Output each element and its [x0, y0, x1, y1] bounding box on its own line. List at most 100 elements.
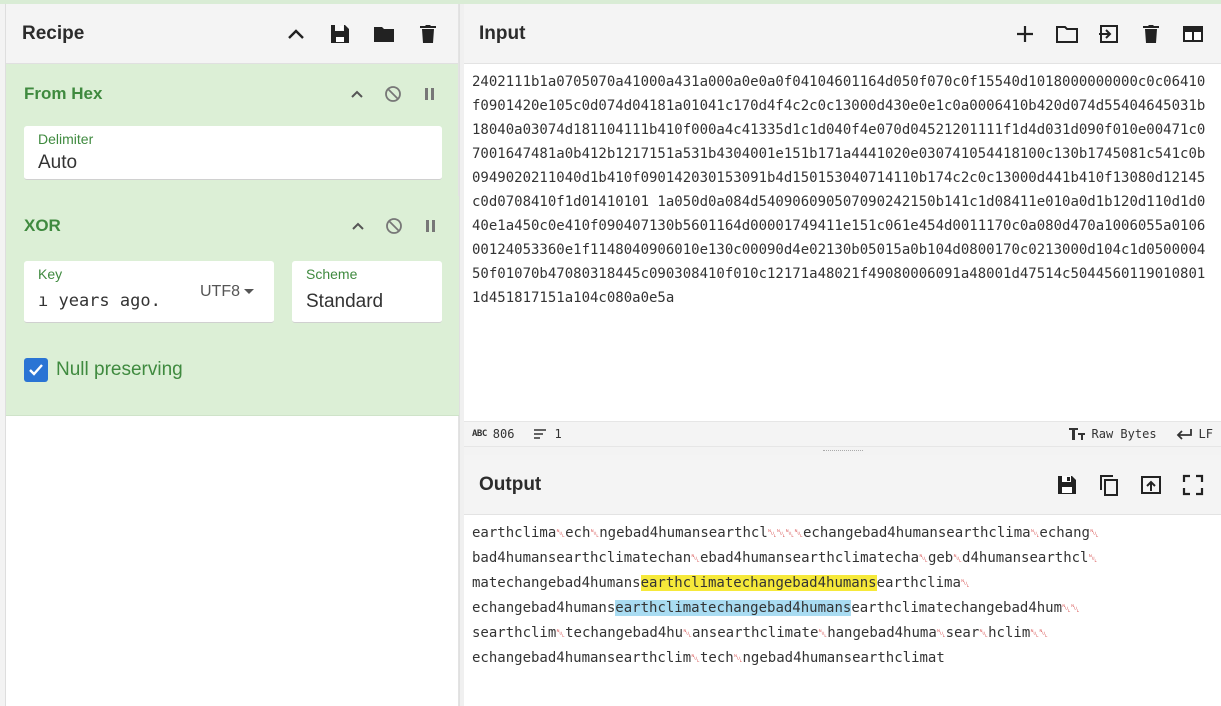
output-line: bad4humansearthclimatechan␀ebad4humansea…: [472, 546, 1213, 571]
trash-icon[interactable]: [1139, 22, 1163, 46]
recipe-panel: Recipe From Hex Delimiter Auto XOR Key ı…: [6, 4, 459, 706]
output-text-segment: sear: [945, 625, 980, 641]
output-text-segment: ngebad4humansearthcl: [599, 525, 768, 541]
save-icon[interactable]: [1055, 473, 1079, 497]
recipe-header: Recipe: [6, 4, 458, 64]
output-text-segment: tech: [699, 650, 734, 666]
key-encoding-dropdown[interactable]: UTF8: [200, 283, 254, 301]
control-char: ␀␀: [1062, 602, 1080, 615]
control-char: ␀: [979, 627, 989, 640]
null-preserving-label: Null preserving: [56, 359, 183, 380]
output-text-segment: echang: [1039, 525, 1090, 541]
add-icon[interactable]: [1013, 22, 1037, 46]
output-text-segment: matechangebad4humans: [472, 575, 641, 591]
output-header: Output: [464, 455, 1221, 515]
output-text-segment: geb: [927, 550, 954, 566]
delimiter-field[interactable]: Delimiter Auto: [24, 126, 442, 180]
input-textarea[interactable]: 2402111b1a0705070a41000a431a000a0e0a0f04…: [464, 64, 1221, 421]
control-char: ␀: [590, 527, 600, 540]
output-text-segment: echangebad4humansearthclima: [803, 525, 1031, 541]
input-title: Input: [479, 22, 526, 44]
control-char: ␀: [1089, 527, 1099, 540]
output-text-segment: ngebad4humansearthclimat: [742, 650, 945, 666]
folder-icon[interactable]: [372, 22, 396, 46]
pause-icon[interactable]: [420, 85, 438, 103]
output-textarea[interactable]: earthclima␀ech␀ngebad4humansearthcl␀␀␀␀e…: [464, 515, 1221, 671]
disable-icon[interactable]: [385, 217, 403, 235]
output-text-segment: earthclimatechangebad4hum: [851, 600, 1063, 616]
operation-xor: XOR Key ı years ago. UTF8 Scheme Standar…: [6, 196, 459, 416]
eol-value: LF: [1198, 427, 1213, 441]
line-count-value: 1: [554, 427, 562, 441]
output-title: Output: [479, 473, 542, 495]
input-header: Input: [464, 4, 1221, 64]
delimiter-value[interactable]: Auto: [38, 152, 77, 174]
save-icon[interactable]: [328, 22, 352, 46]
output-line: matechangebad4humansearthclimatechangeba…: [472, 571, 1213, 596]
control-char: ␀: [691, 652, 700, 665]
control-char: ␀: [683, 627, 692, 640]
collapse-chevron-icon[interactable]: [348, 85, 366, 103]
copy-icon[interactable]: [1097, 473, 1121, 497]
char-count-value: 806: [492, 427, 515, 441]
xor-title: XOR: [24, 216, 61, 235]
key-input[interactable]: ı years ago.: [38, 291, 178, 311]
output-text-segment: searthclim: [472, 625, 557, 641]
control-char: ␀: [936, 627, 946, 640]
import-icon[interactable]: [1097, 22, 1121, 46]
encoding-selector[interactable]: Raw Bytes: [1068, 426, 1157, 442]
disable-icon[interactable]: [384, 85, 402, 103]
scheme-label: Scheme: [306, 266, 358, 282]
control-char: ␀␀: [1030, 627, 1048, 640]
open-folder-icon[interactable]: [1055, 22, 1079, 46]
highlight-match: earthclimatechangebad4humans: [640, 575, 877, 591]
output-text-segment: ech: [565, 525, 591, 541]
output-text-segment: hangebad4huma: [827, 625, 937, 641]
io-panel: Input 2402111b1a0705070a41000a431a000a0e…: [464, 4, 1221, 706]
text-size-icon: [1068, 428, 1085, 440]
output-text-segment: ansearthclimate: [691, 625, 819, 641]
line-count: 1: [532, 426, 562, 442]
lines-icon: [534, 429, 547, 439]
io-resizer[interactable]: [464, 447, 1221, 455]
key-label: Key: [38, 266, 63, 282]
input-status-bar: ABC 806 1 Raw Bytes LF: [464, 421, 1221, 447]
control-char: ␀: [818, 627, 828, 640]
output-text-segment: earthclima: [472, 525, 557, 541]
output-line: searthclim␀techangebad4hu␀ansearthclimat…: [472, 621, 1213, 646]
eol-selector[interactable]: LF: [1175, 427, 1213, 441]
output-text-segment: earthclima: [876, 575, 961, 591]
key-encoding-value: UTF8: [200, 283, 240, 300]
control-char: ␀: [556, 627, 566, 640]
control-char: ␀: [953, 552, 963, 565]
scheme-value[interactable]: Standard: [306, 291, 383, 313]
output-line: earthclima␀ech␀ngebad4humansearthcl␀␀␀␀e…: [472, 521, 1213, 546]
chevron-up-icon[interactable]: [284, 22, 308, 46]
highlight-selection: earthclimatechangebad4humans: [615, 600, 852, 616]
char-count: ABC 806: [472, 427, 514, 441]
recipe-title: Recipe: [22, 22, 85, 44]
output-text-segment: bad4humansearthclimatechan: [472, 550, 692, 566]
output-text-segment: echangebad4humansearthclim: [472, 650, 692, 666]
control-char: ␀: [1088, 552, 1098, 565]
fullscreen-icon[interactable]: [1181, 473, 1205, 497]
replace-input-icon[interactable]: [1139, 473, 1163, 497]
layout-icon[interactable]: [1181, 22, 1205, 46]
return-arrow-icon: [1176, 429, 1192, 440]
key-field[interactable]: Key ı years ago. UTF8: [24, 261, 274, 323]
control-char: ␀: [919, 552, 928, 565]
encoding-value: Raw Bytes: [1091, 427, 1157, 441]
control-char: ␀: [960, 577, 970, 590]
scheme-field[interactable]: Scheme Standard: [292, 261, 442, 323]
collapse-chevron-icon[interactable]: [349, 217, 367, 235]
from-hex-title: From Hex: [24, 84, 103, 103]
control-char: ␀: [556, 527, 566, 540]
output-text-segment: hclim: [988, 625, 1031, 641]
control-char: ␀␀␀␀: [767, 527, 803, 540]
null-preserving-option[interactable]: Null preserving: [24, 358, 183, 382]
output-line: echangebad4humansearthclim␀tech␀ngebad4h…: [472, 646, 1213, 671]
output-text-segment: d4humansearthcl: [962, 550, 1089, 566]
trash-icon[interactable]: [416, 22, 440, 46]
pause-icon[interactable]: [421, 217, 439, 235]
null-preserving-checkbox[interactable]: [24, 358, 48, 382]
